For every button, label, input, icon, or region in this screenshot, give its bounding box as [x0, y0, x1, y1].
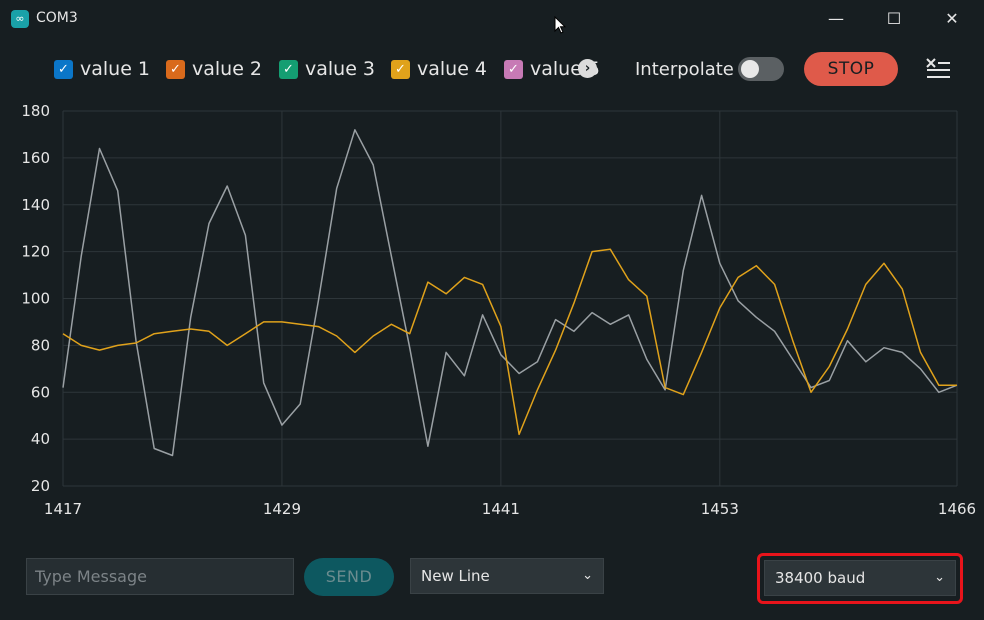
y-tick-label: 100: [21, 290, 50, 308]
maximize-button[interactable]: ☐: [866, 0, 922, 38]
legend-item-value-1[interactable]: ✓ value 1: [54, 58, 150, 80]
title-bar: ∞ COM3 — ☐ ✕: [0, 0, 984, 38]
checkbox-checked-icon[interactable]: ✓: [391, 59, 410, 79]
y-tick-label: 120: [21, 243, 50, 261]
stop-button[interactable]: STOP: [804, 52, 898, 86]
legend-item-value-2[interactable]: ✓ value 2: [166, 58, 262, 80]
baud-rate-highlight: [757, 553, 963, 604]
clear-output-menu-icon[interactable]: [924, 56, 952, 82]
checkbox-checked-icon[interactable]: ✓: [279, 59, 298, 79]
toggle-knob: [741, 60, 759, 78]
legend-label: value 2: [192, 58, 263, 80]
x-tick-label: 1441: [482, 500, 520, 518]
close-button[interactable]: ✕: [924, 0, 980, 38]
interpolate-label: Interpolate: [635, 59, 734, 80]
checkbox-checked-icon[interactable]: ✓: [504, 59, 523, 79]
legend-label: value 3: [305, 58, 376, 80]
legend-item-value-3[interactable]: ✓ value 3: [279, 58, 375, 80]
y-tick-label: 160: [21, 149, 50, 167]
legend-label: value 4: [417, 58, 488, 80]
legend-scroll-right-icon[interactable]: ›: [578, 59, 597, 78]
y-tick-label: 180: [21, 102, 50, 120]
window-title: COM3: [36, 10, 78, 26]
y-tick-label: 60: [31, 383, 50, 401]
x-tick-label: 1453: [701, 500, 739, 518]
series-line-2: [62, 248, 957, 436]
y-tick-label: 140: [21, 196, 50, 214]
message-input[interactable]: [26, 558, 294, 595]
mouse-cursor-icon: [554, 16, 566, 34]
x-tick-label: 1466: [938, 500, 976, 518]
x-tick-label: 1417: [44, 500, 82, 518]
checkbox-checked-icon[interactable]: ✓: [166, 59, 185, 79]
x-tick-label: 1429: [263, 500, 301, 518]
interpolate-toggle[interactable]: [738, 57, 784, 81]
y-tick-label: 20: [31, 477, 50, 495]
y-tick-label: 40: [31, 430, 50, 448]
line-ending-select[interactable]: New Line ⌄: [410, 558, 604, 594]
minimize-button[interactable]: —: [808, 0, 864, 38]
checkbox-checked-icon[interactable]: ✓: [54, 59, 73, 79]
serial-plot-chart: 20 40 60 80 100 120 140 160 180 1417 1429 1441 1453 1…: [21, 102, 976, 518]
line-ending-value: New Line: [421, 567, 490, 585]
legend-label: value 1: [80, 58, 151, 80]
y-tick-label: 80: [31, 336, 50, 354]
chevron-down-icon: ⌄: [582, 568, 593, 583]
series-line-1: [62, 129, 958, 457]
legend-item-value-4[interactable]: ✓ value 4: [391, 58, 487, 80]
arduino-app-icon: ∞: [11, 10, 29, 28]
send-button[interactable]: SEND: [304, 558, 394, 596]
